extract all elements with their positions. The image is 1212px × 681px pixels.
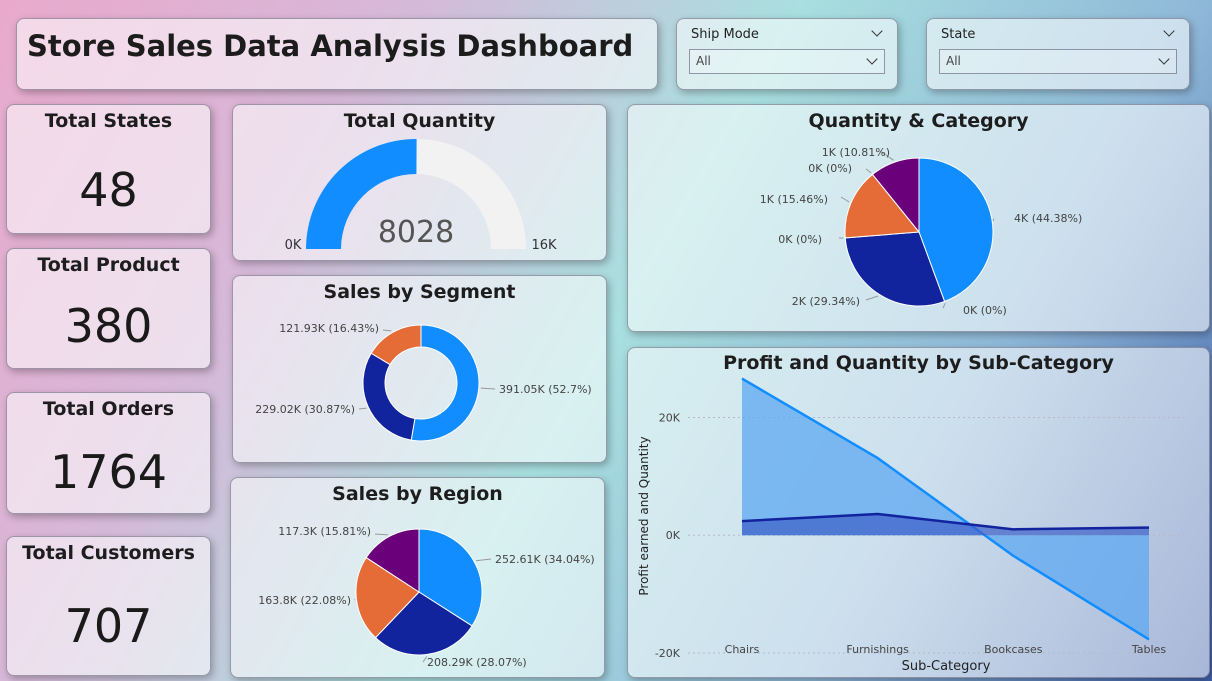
kpi-total-product: Total Product 380 xyxy=(6,248,211,369)
profit-area-chart: 20K 0K -20K Chairs Furnishings Bookcases Table… xyxy=(637,377,1188,674)
chevron-down-icon[interactable] xyxy=(871,25,883,37)
y-tick-label: 0K xyxy=(666,529,681,542)
ship-mode-dropdown[interactable]: All xyxy=(689,49,885,74)
data-label: 0K (0%) xyxy=(808,162,852,175)
profit-area xyxy=(742,378,1149,640)
data-label: 208.29K (28.07%) xyxy=(427,656,527,669)
leader-line xyxy=(942,303,946,309)
region-pie-chart: 252.61K (34.04%) 208.29K (28.07%) 163.8K (… xyxy=(258,525,595,669)
kpi-value: 380 xyxy=(64,299,153,353)
ship-mode-slicer[interactable]: Ship Mode All xyxy=(676,18,898,90)
gauge-max-label: 16K xyxy=(531,238,557,253)
data-label: 117.3K (15.81%) xyxy=(278,525,371,538)
kpi-total-customers: Total Customers 707 xyxy=(6,536,211,676)
dashboard-title: Store Sales Data Analysis Dashboard xyxy=(27,29,634,63)
data-label: 229.02K (30.87%) xyxy=(255,403,355,416)
kpi-label: Total States xyxy=(44,110,173,132)
quantity-category-card: Quantity & Category 4K (44.38%) 0K (0%) 2K… xyxy=(627,104,1210,332)
leader-line xyxy=(840,196,850,203)
kpi-value: 1764 xyxy=(49,445,168,499)
data-label: 4K (44.38%) xyxy=(1014,212,1082,225)
segment-donut-chart: 391.05K (52.7%) 229.02K (30.87%) 121.93K (… xyxy=(255,322,592,442)
kpi-total-states: Total States 48 xyxy=(6,104,211,234)
state-slicer[interactable]: State All xyxy=(926,18,1190,90)
state-value: All xyxy=(946,54,961,68)
data-label: 391.05K (52.7%) xyxy=(499,383,592,396)
ship-mode-value: All xyxy=(696,54,711,68)
gauge-chart: 8028 0K 16K xyxy=(285,139,557,253)
data-label: 163.8K (22.08%) xyxy=(258,594,351,607)
kpi-label: Total Product xyxy=(37,254,180,276)
data-label: 0K (0%) xyxy=(963,304,1007,317)
data-label: 0K (0%) xyxy=(778,233,822,246)
data-label: 1K (15.46%) xyxy=(760,193,828,206)
state-dropdown[interactable]: All xyxy=(939,49,1177,74)
profit-quantity-card: Profit and Quantity by Sub-Category 20K 0… xyxy=(627,347,1210,678)
kpi-value: 48 xyxy=(79,163,138,217)
leader-line xyxy=(358,407,367,410)
y-tick-label: -20K xyxy=(655,647,681,660)
title-card: Store Sales Data Analysis Dashboard xyxy=(16,18,658,90)
leader-line xyxy=(382,329,392,332)
leader-line xyxy=(374,533,389,536)
pie-slice xyxy=(362,352,416,441)
ship-mode-label: Ship Mode xyxy=(691,27,759,42)
kpi-label: Total Orders xyxy=(42,398,175,420)
leader-line xyxy=(992,218,995,222)
x-tick-label: Furnishings xyxy=(846,643,909,656)
sales-by-region-card: Sales by Region 252.61K (34.04%) 208.29K … xyxy=(230,477,605,678)
x-tick-label: Tables xyxy=(1131,643,1166,656)
data-label: 252.61K (34.04%) xyxy=(495,553,595,566)
y-axis-title: Profit earned and Quantity xyxy=(637,436,651,595)
leader-line xyxy=(865,295,879,301)
y-tick-label: 20K xyxy=(659,411,681,424)
data-label: 1K (10.81%) xyxy=(822,146,890,159)
chevron-down-icon[interactable] xyxy=(866,53,878,65)
leader-line xyxy=(480,387,496,390)
gauge-min-label: 0K xyxy=(285,238,302,253)
leader-line xyxy=(475,558,492,562)
x-tick-label: Bookcases xyxy=(984,643,1043,656)
total-quantity-card: Total Quantity 8028 0K 16K xyxy=(232,104,607,261)
x-tick-label: Chairs xyxy=(725,643,760,656)
x-axis-title: Sub-Category xyxy=(902,659,991,674)
chevron-down-icon[interactable] xyxy=(1163,25,1175,37)
data-label: 2K (29.34%) xyxy=(792,295,860,308)
kpi-total-orders: Total Orders 1764 xyxy=(6,392,211,514)
kpi-value: 707 xyxy=(64,599,153,653)
kpi-label: Total Customers xyxy=(22,542,195,564)
sales-by-segment-card: Sales by Segment 391.05K (52.7%) 229.02K … xyxy=(232,275,607,463)
gauge-value: 8028 xyxy=(378,215,454,250)
state-label: State xyxy=(941,27,976,42)
chevron-down-icon[interactable] xyxy=(1158,53,1170,65)
leader-line xyxy=(865,168,872,174)
data-label: 121.93K (16.43%) xyxy=(279,322,379,335)
category-pie-chart: 4K (44.38%) 0K (0%) 2K (29.34%) 0K (0%) 1K (… xyxy=(760,146,1082,317)
